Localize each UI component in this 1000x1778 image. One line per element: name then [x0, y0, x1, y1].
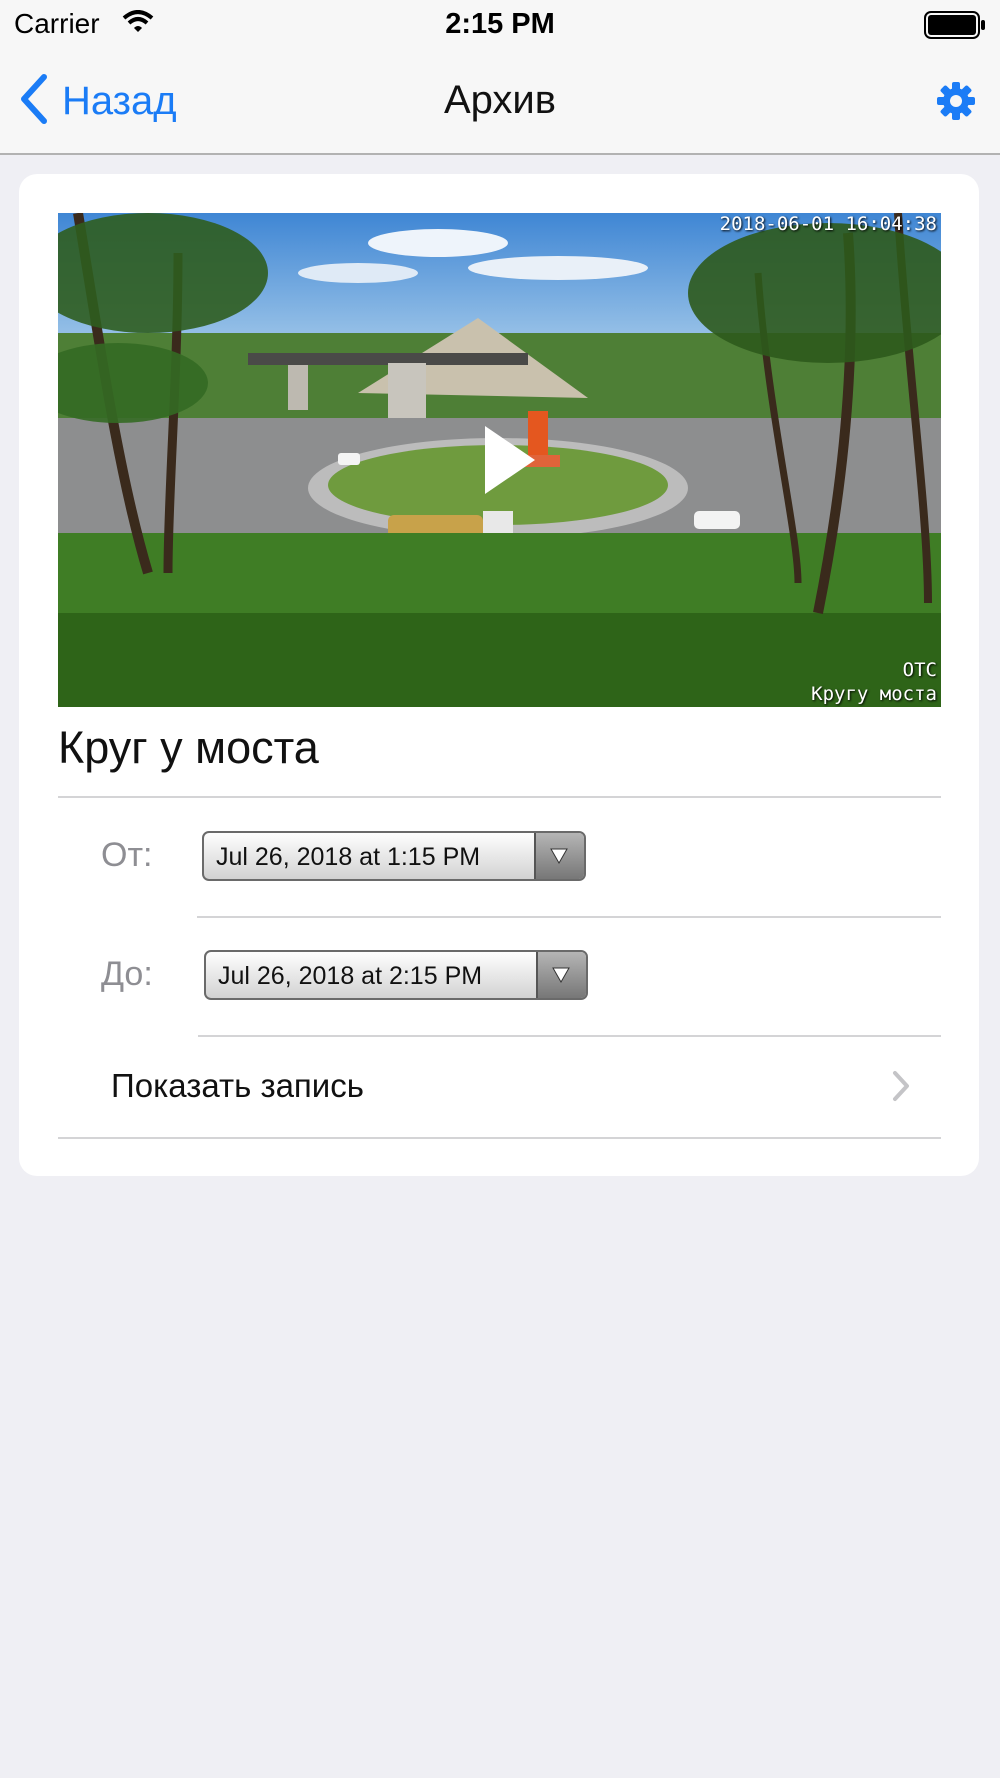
to-date-value: Jul 26, 2018 at 2:15 PM	[218, 962, 483, 990]
from-date-picker[interactable]: Jul 26, 2018 at 1:15 PM	[202, 831, 586, 881]
triangle-down-icon	[552, 967, 570, 983]
chevron-right-icon	[891, 1070, 911, 1107]
video-watermark-bottom: Кругу моста	[811, 683, 937, 705]
to-date-picker[interactable]: Jul 26, 2018 at 2:15 PM	[204, 950, 588, 1000]
battery-icon	[924, 11, 986, 44]
play-icon[interactable]	[481, 424, 537, 501]
to-dropdown-button[interactable]	[536, 952, 586, 998]
gear-icon	[936, 82, 976, 125]
show-record-row[interactable]: Показать запись	[58, 1036, 941, 1138]
video-timestamp: 2018-06-01 16:04:38	[719, 213, 937, 235]
divider	[58, 796, 941, 798]
navigation-bar: Назад Архив	[0, 50, 1000, 155]
status-time: 2:15 PM	[445, 8, 555, 40]
status-bar: Carrier 2:15 PM	[0, 0, 1000, 50]
triangle-down-icon	[550, 848, 568, 864]
divider	[58, 1137, 941, 1139]
video-preview[interactable]: 2018-06-01 16:04:38 ОТС Кругу моста	[58, 213, 941, 707]
show-record-label: Показать запись	[111, 1067, 364, 1104]
page-title: Архив	[443, 78, 557, 122]
from-date-value: Jul 26, 2018 at 1:15 PM	[216, 843, 481, 871]
to-label: До:	[101, 955, 153, 993]
archive-card: 2018-06-01 16:04:38 ОТС Кругу моста Круг…	[19, 174, 979, 1176]
divider	[197, 916, 941, 918]
from-label: От:	[101, 836, 153, 874]
video-watermark-top: ОТС	[902, 659, 937, 681]
from-dropdown-button[interactable]	[534, 833, 584, 879]
camera-title: Круг у моста	[58, 722, 319, 773]
settings-button[interactable]	[936, 81, 976, 126]
